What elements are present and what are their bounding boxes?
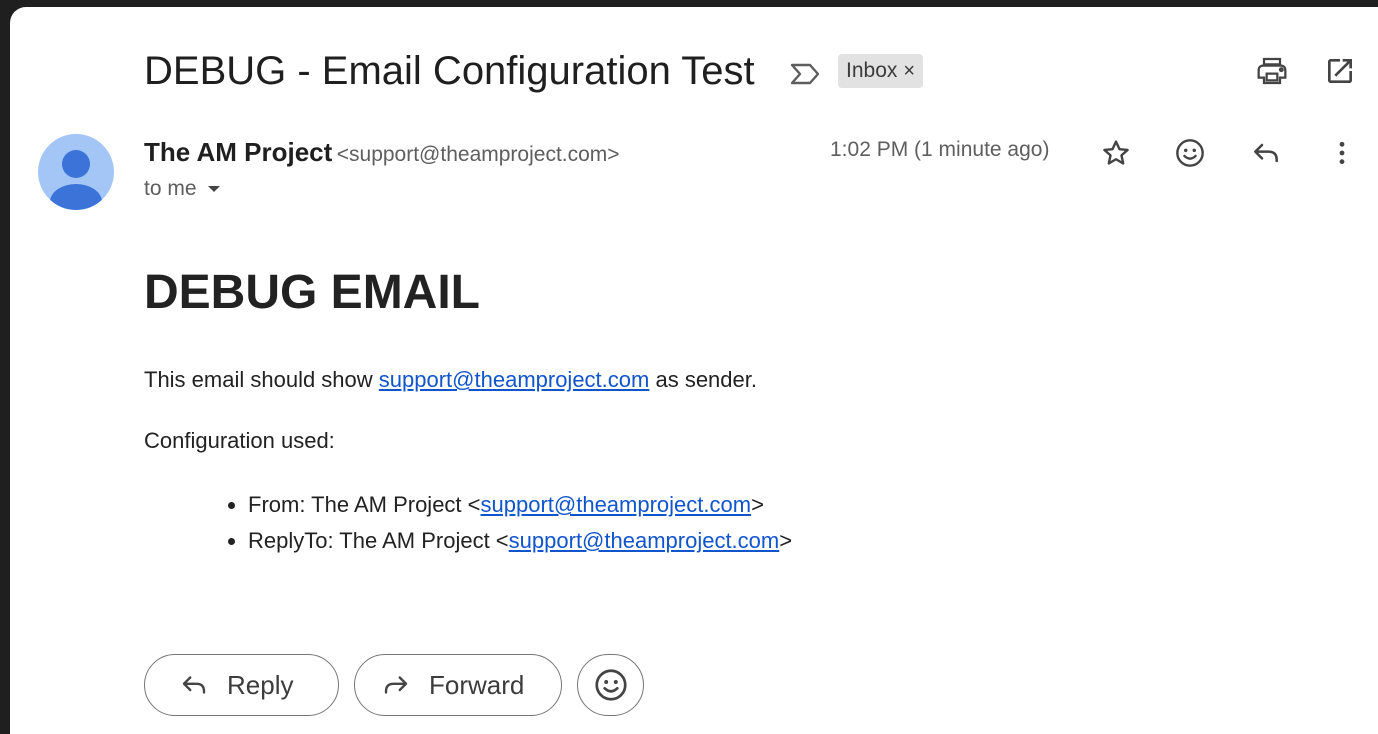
list-item-text: >: [779, 528, 793, 553]
email-link[interactable]: support@theamproject.com: [481, 492, 752, 517]
body-paragraph-sender: This email should show support@theamproj…: [144, 367, 757, 393]
print-button[interactable]: [1252, 51, 1292, 91]
sender-info: The AM Project <support@theamproject.com…: [144, 137, 620, 168]
forward-pill-button[interactable]: Forward: [354, 654, 562, 716]
body-text: as sender.: [649, 367, 757, 392]
reply-icon: [1254, 143, 1278, 163]
email-link[interactable]: support@theamproject.com: [509, 528, 780, 553]
body-paragraph-config: Configuration used:: [144, 428, 335, 453]
star-icon: [1103, 140, 1129, 165]
email-view: DEBUG - Email Configuration Test Inbox ×…: [10, 7, 1378, 734]
more-options-button[interactable]: [1322, 133, 1362, 173]
remove-label-icon[interactable]: ×: [903, 61, 915, 81]
list-item-text: From: The AM Project <: [248, 492, 481, 517]
list-item-text: >: [751, 492, 764, 517]
list-item-text: ReplyTo: The AM Project <: [248, 528, 509, 553]
star-button[interactable]: [1096, 133, 1136, 173]
sender-name[interactable]: The AM Project: [144, 137, 332, 167]
reply-button[interactable]: [1246, 133, 1286, 173]
more-vert-icon: [1339, 141, 1345, 165]
reply-label: Reply: [227, 669, 294, 700]
avatar-person-icon: [50, 150, 102, 210]
emoji-icon: [594, 669, 627, 701]
open-in-new-window-icon: [1328, 59, 1352, 83]
sender-email: <support@theamproject.com>: [336, 143, 620, 166]
email-link[interactable]: support@theamproject.com: [379, 367, 650, 392]
forward-icon: [384, 676, 408, 694]
config-list: From: The AM Project <support@theamproje…: [226, 487, 792, 559]
importance-marker-icon[interactable]: [788, 57, 822, 91]
sender-avatar[interactable]: [38, 134, 114, 210]
body-text: This email should show: [144, 367, 379, 392]
add-reaction-button[interactable]: [1170, 133, 1210, 173]
list-item: ReplyTo: The AM Project <support@theampr…: [248, 523, 792, 559]
email-heading: DEBUG EMAIL: [144, 266, 480, 319]
reply-pill-button[interactable]: Reply: [144, 654, 339, 716]
recipient-label: to me: [144, 177, 197, 200]
forward-label: Forward: [429, 669, 525, 700]
chevron-down-icon[interactable]: [205, 180, 223, 198]
label-text: Inbox: [846, 59, 898, 82]
inbox-label-chip[interactable]: Inbox ×: [838, 54, 924, 88]
emoji-reaction-button[interactable]: [577, 654, 644, 716]
recipient-details[interactable]: to me: [144, 177, 223, 201]
email-subject: DEBUG - Email Configuration Test: [144, 49, 755, 93]
open-in-new-window-button[interactable]: [1320, 51, 1360, 91]
emoji-icon: [1176, 139, 1204, 167]
reply-icon: [182, 676, 206, 694]
list-item: From: The AM Project <support@theamproje…: [248, 487, 792, 523]
email-timestamp: 1:02 PM (1 minute ago): [830, 138, 1050, 161]
print-icon: [1257, 57, 1287, 85]
